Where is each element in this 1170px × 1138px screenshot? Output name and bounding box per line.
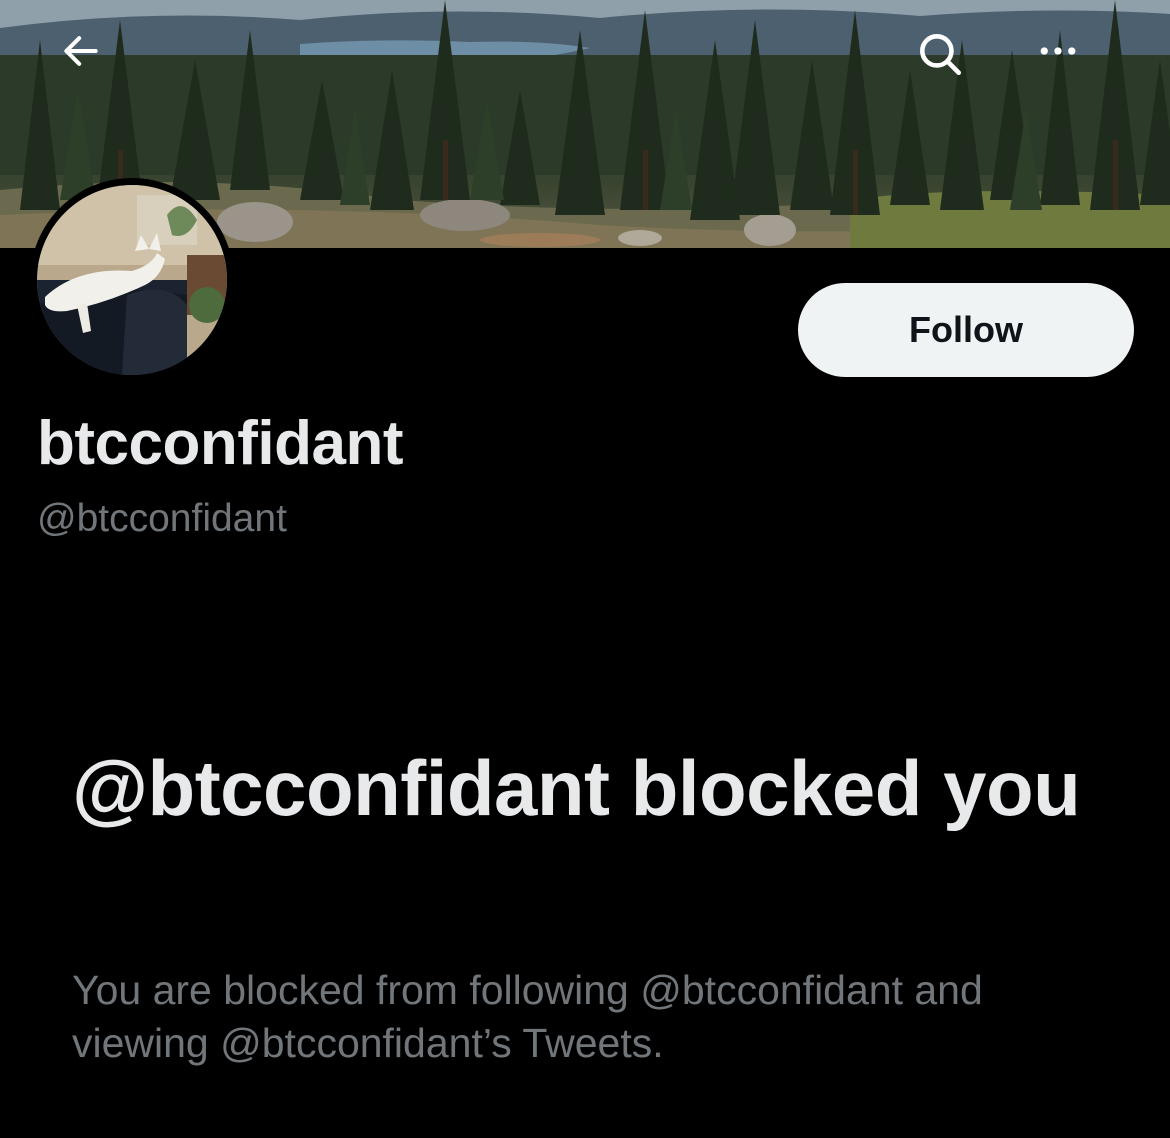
avatar-image: [37, 185, 227, 375]
more-options-button[interactable]: [1036, 29, 1112, 105]
profile-page: Follow btcconfidant @btcconfidant @btcco…: [0, 0, 1170, 1138]
search-icon: [920, 34, 962, 76]
search-button[interactable]: [915, 29, 991, 105]
follow-button[interactable]: Follow: [798, 283, 1134, 377]
back-button[interactable]: [59, 29, 135, 105]
blocked-title: @btcconfidant blocked you: [72, 744, 1081, 832]
dog-on-sofa-graphic: [37, 185, 227, 375]
profile-handle: @btcconfidant: [37, 497, 287, 540]
blocked-description: You are blocked from following @btcconfi…: [72, 967, 983, 1066]
more-horizontal-icon: [1040, 47, 1076, 55]
arrow-left-icon: [64, 36, 98, 66]
profile-display-name: btcconfidant: [37, 409, 403, 478]
profile-avatar[interactable]: [30, 178, 234, 382]
